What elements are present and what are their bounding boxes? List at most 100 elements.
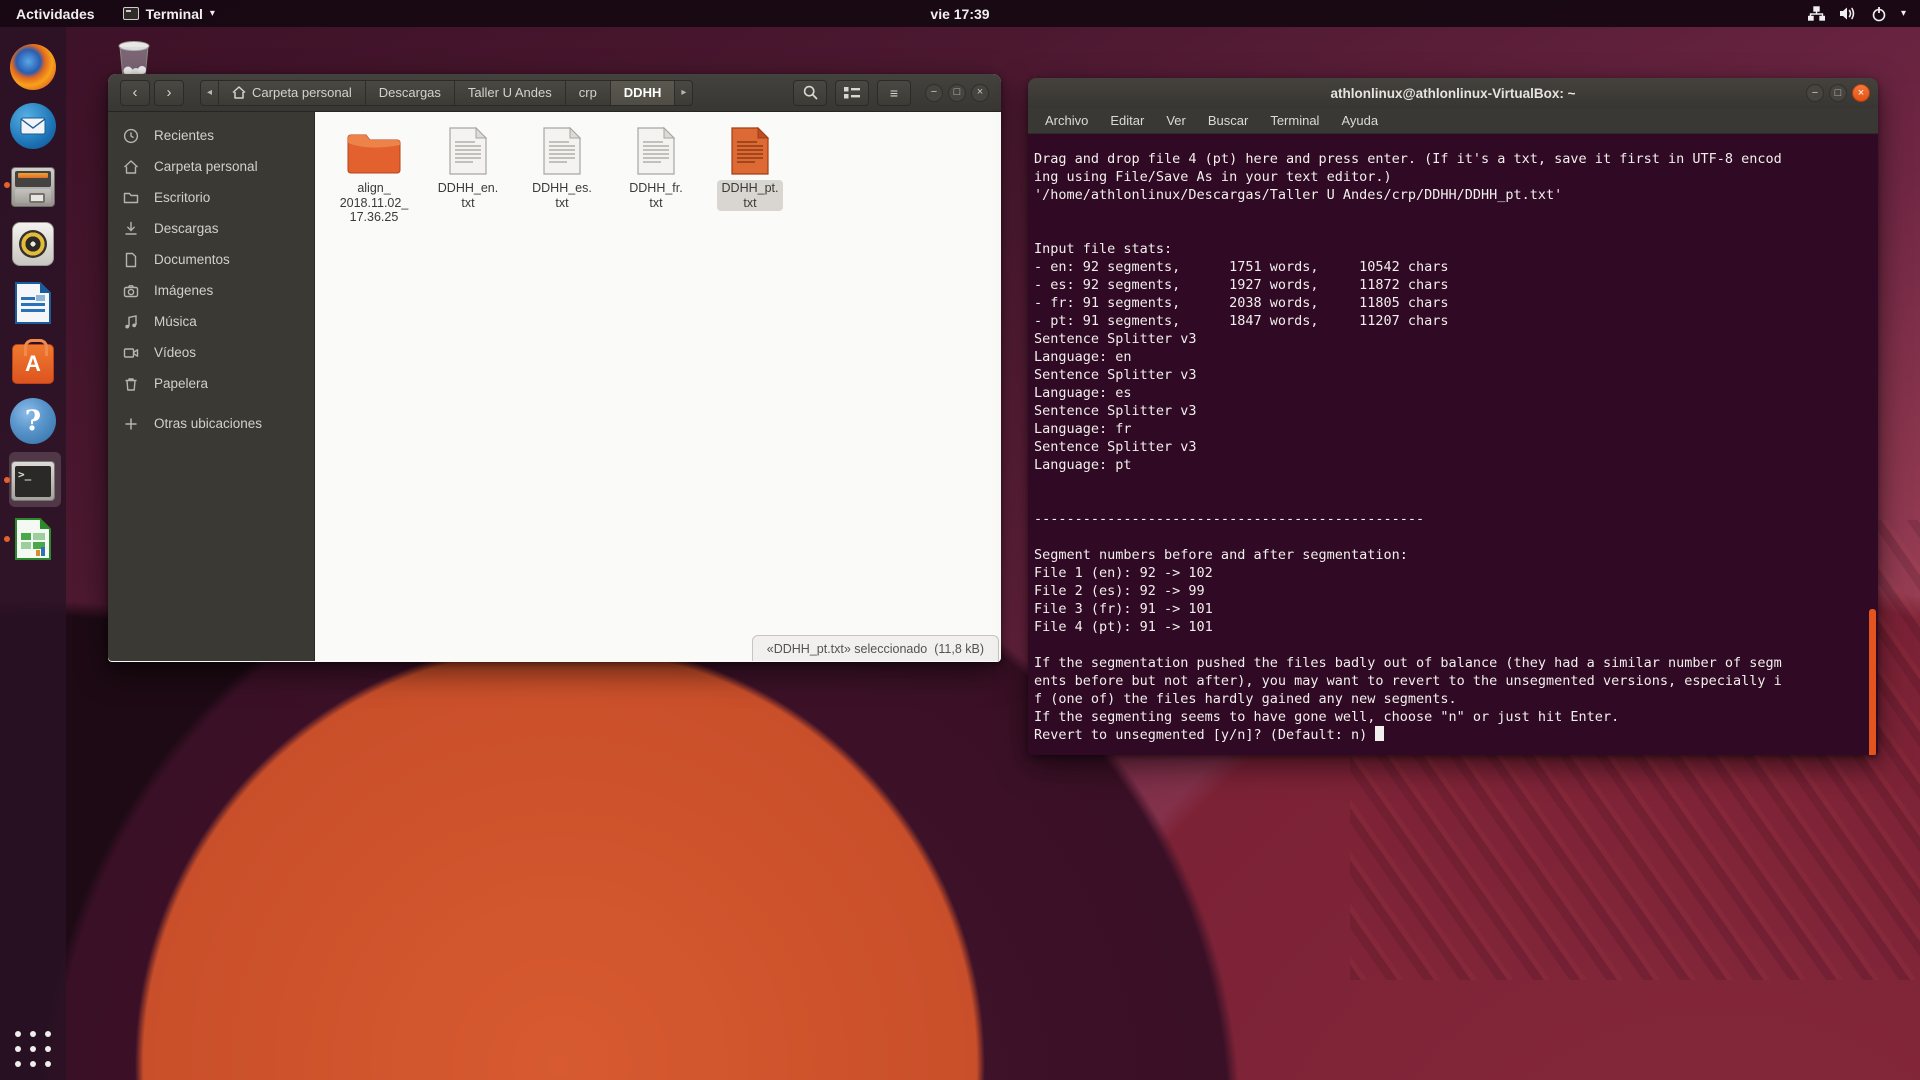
dock-item-terminal[interactable]: >_ — [2, 450, 64, 509]
forward-button[interactable]: › — [154, 80, 184, 106]
files-icon — [11, 167, 55, 207]
app-menu-terminal[interactable]: Terminal ▾ — [111, 0, 227, 27]
breadcrumb-ddhh[interactable]: DDHH — [611, 81, 676, 105]
dock-item-help[interactable]: ? — [2, 391, 64, 450]
software-letter: A — [25, 351, 41, 377]
dock-item-libreoffice-writer[interactable] — [2, 273, 64, 332]
clock[interactable]: vie 17:39 — [930, 6, 989, 22]
files-headerbar[interactable]: ‹ › ◂ Carpeta personal Descargas Taller … — [108, 74, 1001, 112]
window-menu-button[interactable]: ≡ — [877, 80, 911, 106]
camera-icon — [123, 283, 139, 299]
sidebar-item-descargas[interactable]: Descargas — [108, 213, 314, 244]
sidebar-item-recientes[interactable]: Recientes — [108, 120, 314, 151]
libreoffice-calc-icon — [10, 516, 56, 562]
thunderbird-icon — [10, 103, 56, 149]
menu-ayuda[interactable]: Ayuda — [1332, 110, 1387, 131]
sidebar-item-escritorio[interactable]: Escritorio — [108, 182, 314, 213]
music-icon — [123, 314, 139, 330]
header-actions: ≡ − □ × — [793, 80, 989, 106]
status-bar: «DDHH_pt.txt» seleccionado (11,8 kB) — [752, 635, 999, 661]
text-file-icon — [448, 124, 488, 176]
terminal-text: Drag and drop file 4 (pt) here and press… — [1034, 151, 1782, 743]
sidebar-item-papelera[interactable]: Papelera — [108, 368, 314, 399]
terminal-cursor — [1375, 726, 1384, 741]
file-label: align_ 2018.11.02_ 17.36.25 — [335, 180, 414, 226]
breadcrumb-scroll-left[interactable]: ◂ — [201, 81, 219, 105]
ubuntu-software-icon: A — [12, 344, 54, 384]
files-window: ‹ › ◂ Carpeta personal Descargas Taller … — [108, 74, 1001, 662]
text-file-icon — [542, 124, 582, 176]
terminal-scrollbar-thumb[interactable] — [1869, 609, 1876, 755]
file-item-ddhh-en[interactable]: DDHH_en. txt — [421, 124, 515, 226]
search-button[interactable] — [793, 80, 827, 106]
dock-item-thunderbird[interactable] — [2, 96, 64, 155]
maximize-button[interactable]: □ — [948, 84, 966, 102]
minimize-button[interactable]: − — [1806, 84, 1824, 102]
menu-buscar[interactable]: Buscar — [1199, 110, 1257, 131]
dock-item-firefox[interactable] — [2, 37, 64, 96]
document-icon — [123, 252, 139, 268]
dock-item-libreoffice-calc[interactable] — [2, 509, 64, 568]
file-grid: align_ 2018.11.02_ 17.36.25 DD — [315, 112, 1001, 226]
menu-terminal[interactable]: Terminal — [1261, 110, 1328, 131]
sidebar-item-otras-ubicaciones[interactable]: Otras ubicaciones — [108, 408, 314, 439]
help-icon: ? — [10, 398, 56, 444]
rhythmbox-icon — [12, 222, 54, 266]
sidebar-item-carpeta-personal[interactable]: Carpeta personal — [108, 151, 314, 182]
sidebar-item-imagenes[interactable]: Imágenes — [108, 275, 314, 306]
breadcrumb-scroll-right[interactable]: ▸ — [675, 81, 692, 105]
show-applications-button[interactable] — [10, 1026, 56, 1072]
file-label: DDHH_es. txt — [527, 180, 597, 211]
text-file-icon — [636, 124, 676, 176]
window-controls: − □ × — [1806, 84, 1870, 102]
terminal-output[interactable]: Drag and drop file 4 (pt) here and press… — [1028, 134, 1878, 755]
activities-button[interactable]: Actividades — [0, 0, 111, 27]
menu-editar[interactable]: Editar — [1101, 110, 1153, 131]
system-indicators[interactable]: ▾ — [1808, 6, 1920, 22]
power-icon — [1871, 6, 1887, 22]
view-list-icon — [844, 86, 860, 99]
folder-icon — [123, 190, 139, 206]
volume-icon — [1839, 6, 1857, 21]
breadcrumb-crp[interactable]: crp — [566, 81, 611, 105]
dock-item-files[interactable] — [2, 155, 64, 214]
search-icon — [803, 85, 818, 100]
file-label: DDHH_pt. txt — [717, 180, 784, 211]
dock-item-rhythmbox[interactable] — [2, 214, 64, 273]
back-button[interactable]: ‹ — [120, 80, 150, 106]
window-controls: − □ × — [925, 84, 989, 102]
breadcrumb-taller-u-andes[interactable]: Taller U Andes — [455, 81, 566, 105]
minimize-button[interactable]: − — [925, 84, 943, 102]
running-indicator — [4, 477, 10, 483]
maximize-button[interactable]: □ — [1829, 84, 1847, 102]
sidebar-item-videos[interactable]: Vídeos — [108, 337, 314, 368]
view-toggle-button[interactable] — [835, 80, 869, 106]
window-title: athlonlinux@athlonlinux-VirtualBox: ~ — [1028, 86, 1878, 101]
file-item-ddhh-pt-selected[interactable]: DDHH_pt. txt — [703, 124, 797, 226]
file-item-ddhh-fr[interactable]: DDHH_fr. txt — [609, 124, 703, 226]
files-sidebar: Recientes Carpeta personal Escritorio De… — [108, 112, 315, 661]
menu-ver[interactable]: Ver — [1157, 110, 1195, 131]
terminal-titlebar[interactable]: athlonlinux@athlonlinux-VirtualBox: ~ − … — [1028, 78, 1878, 108]
close-button[interactable]: × — [971, 84, 989, 102]
breadcrumb-descargas[interactable]: Descargas — [366, 81, 455, 105]
app-menu-label: Terminal — [146, 6, 203, 22]
text-file-icon-selected — [730, 124, 770, 176]
terminal-icon: >_ — [11, 461, 55, 501]
terminal-menubar: Archivo Editar Ver Buscar Terminal Ayuda — [1028, 108, 1878, 134]
menu-archivo[interactable]: Archivo — [1036, 110, 1097, 131]
sidebar-item-documentos[interactable]: Documentos — [108, 244, 314, 275]
home-icon — [123, 159, 139, 175]
file-item-ddhh-es[interactable]: DDHH_es. txt — [515, 124, 609, 226]
sidebar-item-musica[interactable]: Música — [108, 306, 314, 337]
close-button[interactable]: × — [1852, 84, 1870, 102]
files-content-area[interactable]: align_ 2018.11.02_ 17.36.25 DD — [315, 112, 1001, 661]
file-label: DDHH_fr. txt — [624, 180, 687, 211]
hamburger-icon: ≡ — [890, 85, 898, 101]
breadcrumb-home[interactable]: Carpeta personal — [219, 81, 366, 105]
video-icon — [123, 345, 139, 361]
network-icon — [1808, 6, 1825, 21]
file-item-align-folder[interactable]: align_ 2018.11.02_ 17.36.25 — [327, 124, 421, 226]
chevron-down-icon: ▾ — [210, 8, 215, 19]
dock-item-ubuntu-software[interactable]: A — [2, 332, 64, 391]
